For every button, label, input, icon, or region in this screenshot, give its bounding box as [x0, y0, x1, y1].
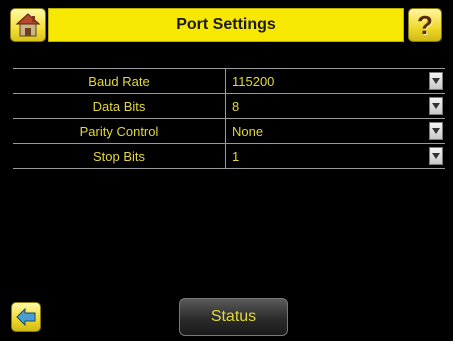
home-icon: [15, 13, 41, 37]
port-settings-table: Baud Rate 115200 Data Bits 8 Parity Cont…: [13, 68, 445, 169]
setting-label: Stop Bits: [13, 144, 226, 168]
status-button[interactable]: Status: [179, 298, 288, 336]
help-icon: ?: [417, 9, 433, 40]
page-title: Port Settings: [48, 8, 404, 42]
dropdown-arrow-icon[interactable]: [429, 147, 443, 165]
setting-row-baud-rate: Baud Rate 115200: [13, 69, 445, 94]
dropdown-arrow-icon[interactable]: [429, 97, 443, 115]
setting-value: 8: [232, 98, 240, 114]
back-arrow-icon: [16, 308, 36, 326]
dropdown-arrow-icon[interactable]: [429, 72, 443, 90]
dropdown-arrow-icon[interactable]: [429, 122, 443, 140]
home-button[interactable]: [10, 8, 46, 42]
setting-label: Parity Control: [13, 119, 226, 143]
setting-row-stop-bits: Stop Bits 1: [13, 144, 445, 169]
setting-value: 115200: [232, 73, 275, 89]
setting-label: Baud Rate: [13, 69, 226, 93]
setting-label: Data Bits: [13, 94, 226, 118]
help-button[interactable]: ?: [408, 8, 442, 42]
setting-row-parity-control: Parity Control None: [13, 119, 445, 144]
parity-control-select[interactable]: None: [226, 119, 445, 143]
header-bar: Port Settings ?: [10, 8, 442, 42]
stop-bits-select[interactable]: 1: [226, 144, 445, 168]
data-bits-select[interactable]: 8: [226, 94, 445, 118]
setting-value: None: [232, 123, 264, 139]
back-button[interactable]: [11, 302, 41, 332]
setting-row-data-bits: Data Bits 8: [13, 94, 445, 119]
baud-rate-select[interactable]: 115200: [226, 69, 445, 93]
setting-value: 1: [232, 148, 240, 164]
